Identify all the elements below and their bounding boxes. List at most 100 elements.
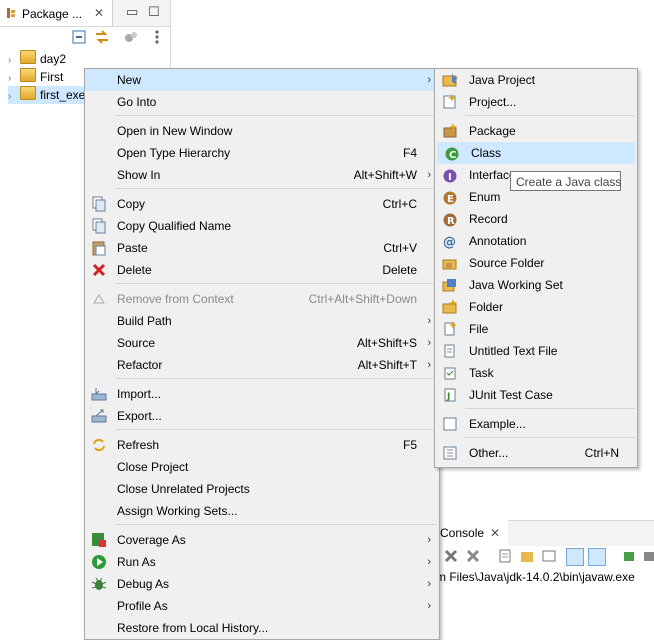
menu-item-coverage-as[interactable]: Coverage As › xyxy=(85,529,439,551)
delete-icon xyxy=(91,262,107,278)
menu-item-refresh[interactable]: Refresh F5 xyxy=(85,434,439,456)
menu-item-java-working-set[interactable]: Java Working Set xyxy=(435,274,637,296)
menu-item-new[interactable]: New › xyxy=(85,69,439,91)
example-icon xyxy=(442,416,458,432)
menu-item-project[interactable]: Project... xyxy=(435,91,637,113)
minimize-icon[interactable]: ▭ xyxy=(126,4,138,20)
menu-separator xyxy=(115,524,437,525)
close-icon[interactable]: ✕ xyxy=(94,6,104,20)
coverage-icon xyxy=(91,532,107,548)
menu-item-show-in[interactable]: Show In Alt+Shift+W › xyxy=(85,164,439,186)
menu-item-untitled-text-file[interactable]: Untitled Text File xyxy=(435,340,637,362)
link-with-editor-icon[interactable] xyxy=(94,30,110,47)
console-tab[interactable]: Console ✕ xyxy=(436,520,508,546)
svg-text:I: I xyxy=(448,172,452,183)
package-explorer-icon xyxy=(6,7,16,19)
enum-icon: E xyxy=(442,189,458,205)
package-explorer-title: Package ... xyxy=(22,7,83,21)
menu-item-file[interactable]: File xyxy=(435,318,637,340)
debug-icon xyxy=(91,576,107,592)
menu-item-paste[interactable]: Paste Ctrl+V xyxy=(85,237,439,259)
display-console-icon[interactable] xyxy=(642,549,654,566)
menu-item-java-project[interactable]: Java Project xyxy=(435,69,637,91)
menu-item-import[interactable]: Import... xyxy=(85,383,439,405)
menu-item-copy-qualified-name[interactable]: Copy Qualified Name xyxy=(85,215,439,237)
package-explorer-tab[interactable]: Package ... ✕ xyxy=(0,0,113,26)
menu-item-build-path[interactable]: Build Path › xyxy=(85,310,439,332)
menu-item-junit-test-case[interactable]: J JUnit Test Case xyxy=(435,384,637,406)
menu-item-class[interactable]: C Class xyxy=(437,142,635,164)
menu-item-folder[interactable]: Folder xyxy=(435,296,637,318)
working-set-icon xyxy=(442,277,458,293)
menu-item-go-into[interactable]: Go Into xyxy=(85,91,439,113)
refresh-icon xyxy=(91,437,107,453)
menu-item-profile-as[interactable]: Profile As › xyxy=(85,595,439,617)
clear-console-icon[interactable] xyxy=(498,549,512,566)
word-wrap-icon[interactable] xyxy=(542,549,556,566)
source-folder-icon xyxy=(442,255,458,271)
menu-item-source-folder[interactable]: Source Folder xyxy=(435,252,637,274)
view-menu-icon[interactable] xyxy=(154,29,160,45)
menu-separator xyxy=(465,437,635,438)
svg-text:R: R xyxy=(447,216,455,227)
collapse-all-icon[interactable] xyxy=(72,30,86,47)
project-icon xyxy=(20,50,36,64)
menu-separator xyxy=(115,188,437,189)
menu-item-close-project[interactable]: Close Project xyxy=(85,456,439,478)
chevron-right-icon[interactable]: › xyxy=(8,91,20,102)
chevron-right-icon[interactable]: › xyxy=(8,73,20,84)
menu-item-run-as[interactable]: Run As › xyxy=(85,551,439,573)
menu-item-open-type-hierarchy[interactable]: Open Type Hierarchy F4 xyxy=(85,142,439,164)
chevron-right-icon[interactable]: › xyxy=(8,55,20,66)
tree-item-day2[interactable]: › day2 xyxy=(8,50,66,68)
close-icon[interactable]: ✕ xyxy=(490,526,500,540)
menu-item-record[interactable]: R Record xyxy=(435,208,637,230)
filters-icon[interactable] xyxy=(124,30,138,47)
menu-item-close-unrelated-projects[interactable]: Close Unrelated Projects xyxy=(85,478,439,500)
menu-item-refactor[interactable]: Refactor Alt+Shift+T › xyxy=(85,354,439,376)
svg-text:@: @ xyxy=(443,235,456,249)
annotation-icon: @ xyxy=(442,233,458,250)
chevron-right-icon: › xyxy=(427,578,431,590)
menu-item-export[interactable]: Export... xyxy=(85,405,439,427)
svg-text:J: J xyxy=(446,392,450,402)
menu-item-restore-from-local-history[interactable]: Restore from Local History... xyxy=(85,617,439,639)
maximize-icon[interactable]: ☐ xyxy=(148,4,160,20)
project-icon xyxy=(442,94,458,110)
menu-item-delete[interactable]: Delete Delete xyxy=(85,259,439,281)
chevron-right-icon: › xyxy=(427,359,431,371)
menu-separator xyxy=(465,115,635,116)
tree-item-first-exe[interactable]: › first_exe xyxy=(8,86,84,104)
show-on-error-icon[interactable] xyxy=(588,548,606,566)
console-toolbar xyxy=(436,546,654,568)
task-icon xyxy=(442,365,458,381)
svg-text:C: C xyxy=(449,150,456,161)
menu-item-package[interactable]: Package xyxy=(435,120,637,142)
folder-icon xyxy=(442,299,458,315)
remove-all-terminated-icon[interactable] xyxy=(466,549,482,566)
remove-from-context-icon xyxy=(91,291,107,307)
menu-item-debug-as[interactable]: Debug As › xyxy=(85,573,439,595)
menu-item-assign-working-sets[interactable]: Assign Working Sets... xyxy=(85,500,439,522)
show-on-output-icon[interactable] xyxy=(566,548,584,566)
text-file-icon xyxy=(442,343,458,359)
menu-item-source[interactable]: Source Alt+Shift+S › xyxy=(85,332,439,354)
copy-icon xyxy=(91,196,107,212)
menu-item-open-in-new-window[interactable]: Open in New Window xyxy=(85,120,439,142)
menu-item-copy[interactable]: Copy Ctrl+C xyxy=(85,193,439,215)
console-process-path: m Files\Java\jdk-14.0.2\bin\javaw.exe xyxy=(436,570,635,584)
menu-separator xyxy=(465,408,635,409)
pin-console-icon[interactable] xyxy=(622,549,636,566)
scroll-lock-icon[interactable] xyxy=(520,549,534,566)
terminate-icon[interactable] xyxy=(444,549,458,566)
paste-icon xyxy=(91,240,107,256)
menu-item-annotation[interactable]: @ Annotation xyxy=(435,230,637,252)
menu-item-other[interactable]: Other... Ctrl+N xyxy=(435,442,637,464)
menu-item-task[interactable]: Task xyxy=(435,362,637,384)
tree-item-first[interactable]: › First xyxy=(8,68,63,86)
other-icon xyxy=(442,445,458,461)
menu-separator xyxy=(115,429,437,430)
project-icon xyxy=(20,68,36,82)
menu-item-example[interactable]: Example... xyxy=(435,413,637,435)
menu-item-remove-from-context[interactable]: Remove from Context Ctrl+Alt+Shift+Down xyxy=(85,288,439,310)
